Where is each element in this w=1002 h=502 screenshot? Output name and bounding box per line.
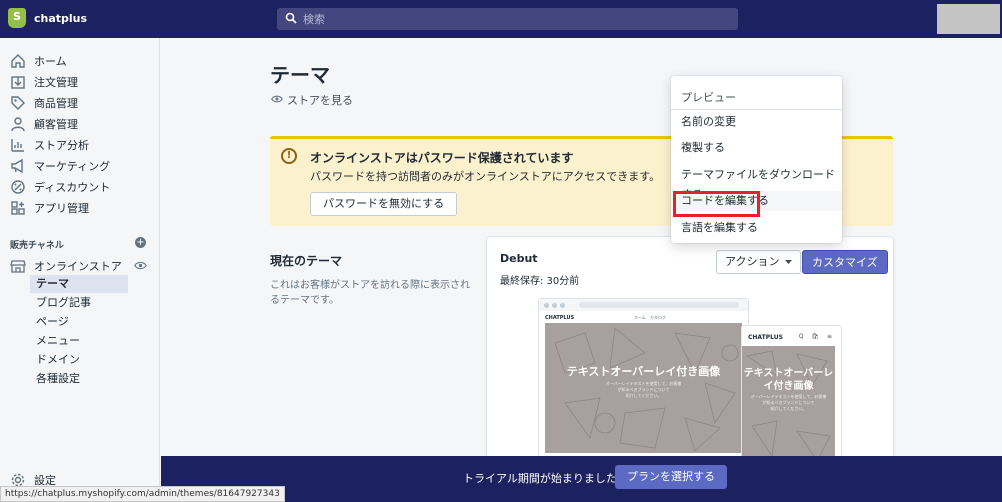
sidebar-item-label: ストア分析: [34, 139, 89, 152]
sidebar-item-products[interactable]: 商品管理: [10, 93, 78, 113]
window-dot: [552, 303, 557, 308]
sales-channels-heading: 販売チャネル: [10, 241, 64, 251]
sidebar-subitem-preferences[interactable]: 各種設定: [36, 370, 80, 388]
add-channel-button[interactable]: +: [135, 237, 146, 248]
sidebar-item-label: アプリ管理: [34, 202, 89, 215]
desktop-preview: CHATPLUS ホーム カタログ テキストオーバーレイ付き画像 オーバーレイテ…: [538, 298, 749, 462]
rename-item[interactable]: 名前の変更: [681, 112, 736, 132]
edit-languages-item[interactable]: 言語を編集する: [681, 218, 758, 238]
disable-password-button[interactable]: パスワードを無効にする: [310, 192, 458, 216]
status-url: https://chatplus.myshopify.com/admin/the…: [0, 486, 285, 502]
store-icon: [10, 258, 26, 274]
preview-hero-image: テキストオーバーレイ付き画像 オーバーレイテキストを使用して、お客様 が知るべき…: [545, 323, 742, 453]
top-bar: chatplus: [0, 0, 1002, 38]
download-theme-item[interactable]: テーマファイルをダウンロードする: [681, 165, 842, 201]
sidebar-subitem-themes[interactable]: テーマ: [36, 275, 69, 293]
sidebar-item-home[interactable]: ホーム: [10, 51, 67, 71]
home-icon: [10, 53, 26, 69]
sidebar-item-discounts[interactable]: ディスカウント: [10, 177, 110, 197]
sidebar-subitem-blog[interactable]: ブログ記事: [36, 294, 91, 312]
shopify-logo-icon: [8, 8, 26, 28]
page-title: テーマ: [270, 63, 330, 87]
sidebar-item-label: ディスカウント: [34, 181, 111, 194]
brand[interactable]: chatplus: [8, 8, 87, 28]
hero-title: イ付き画像: [763, 381, 814, 392]
caret-down-icon: [785, 251, 793, 273]
eye-icon: [271, 93, 283, 108]
select-plan-button[interactable]: プランを選択する: [615, 465, 727, 489]
sidebar-item-label: ホーム: [34, 55, 67, 68]
hero-title: テキストオーバーレイ付き画像: [566, 365, 721, 378]
sidebar-item-label: マーケティング: [34, 160, 111, 173]
sidebar-item-analytics[interactable]: ストア分析: [10, 135, 89, 155]
highlight-annotation: [673, 191, 760, 217]
preview-header-icons: Q 🛍 ≡: [798, 333, 835, 340]
sidebar-item-customers[interactable]: 顧客管理: [10, 114, 78, 134]
window-dot: [560, 303, 565, 308]
hero-text: 紹介してください。: [625, 393, 662, 398]
customer-icon: [10, 116, 26, 132]
customize-button[interactable]: カスタマイズ: [802, 250, 888, 274]
sidebar-item-online-store[interactable]: オンラインストア: [10, 256, 122, 276]
search-bar[interactable]: [277, 8, 738, 30]
hero-text: 紹介してください。: [770, 406, 807, 411]
banner-title: オンラインストアはパスワード保護されています: [310, 151, 574, 165]
account-menu[interactable]: [937, 4, 1000, 34]
theme-card: Debut 最終保存: 30分前 アクション カスタマイズ CHATPLUS ホ…: [487, 237, 893, 462]
window-dot: [544, 303, 549, 308]
sidebar-item-label: 顧客管理: [34, 118, 78, 131]
current-theme-description: これはお客様がストアを訪れる際に表示されるテーマです。: [270, 280, 470, 306]
sidebar-subitem-domains[interactable]: ドメイン: [36, 351, 80, 369]
warning-icon: !: [281, 148, 297, 164]
dropdown-preview[interactable]: プレビュー: [681, 89, 736, 105]
divider: [671, 109, 842, 110]
sidebar-item-orders[interactable]: 注文管理: [10, 72, 78, 92]
preview-nav: ホーム カタログ: [634, 315, 666, 320]
sidebar-item-label: 商品管理: [34, 97, 78, 110]
sidebar-item-label: 注文管理: [34, 76, 78, 89]
sidebar: ホーム 注文管理 商品管理 顧客管理 ストア分析 マーケティング ディスカウント…: [0, 38, 160, 502]
mobile-preview: CHATPLUS Q 🛍 ≡ テキストオーバーレ イ付き画像 オーバーレイテキス…: [741, 325, 842, 462]
current-theme-heading: 現在のテーマ: [270, 254, 343, 268]
last-saved: 最終保存: 30分前: [500, 276, 580, 287]
megaphone-icon: [10, 158, 26, 174]
preview-hero-image: テキストオーバーレ イ付き画像 オーバーレイテキストを使用して、お客様 が知るべ…: [742, 346, 835, 462]
sidebar-subitem-pages[interactable]: ページ: [36, 313, 69, 331]
browser-chrome: [539, 299, 748, 311]
apps-icon: [10, 200, 26, 216]
discount-icon: [10, 179, 26, 195]
preview-store-name: CHATPLUS: [545, 315, 575, 321]
search-icon: [285, 12, 297, 27]
view-store-link[interactable]: ストアを見る: [271, 92, 353, 108]
eye-icon[interactable]: [134, 259, 147, 275]
analytics-icon: [10, 137, 26, 153]
preview-store-name: CHATPLUS: [748, 334, 783, 341]
trial-text: トライアル期間が始まりました: [463, 472, 617, 485]
orders-icon: [10, 74, 26, 90]
actions-label: アクション: [725, 255, 780, 268]
actions-dropdown: プレビュー 名前の変更 複製する テーマファイルをダウンロードする コードを編集…: [671, 76, 842, 243]
actions-button[interactable]: アクション: [716, 250, 802, 274]
sidebar-item-label: オンラインストア: [34, 260, 122, 273]
tag-icon: [10, 95, 26, 111]
view-store-label: ストアを見る: [287, 94, 353, 107]
sidebar-subitem-menus[interactable]: メニュー: [36, 332, 80, 350]
store-name: chatplus: [34, 11, 88, 25]
url-bar: [579, 302, 739, 308]
trial-bar: トライアル期間が始まりました プランを選択する: [161, 456, 1002, 502]
search-input[interactable]: [303, 12, 703, 26]
sidebar-item-marketing[interactable]: マーケティング: [10, 156, 110, 176]
banner-text: パスワードを持つ訪問者のみがオンラインストアにアクセスできます。: [310, 170, 661, 183]
sidebar-item-apps[interactable]: アプリ管理: [10, 198, 89, 218]
duplicate-item[interactable]: 複製する: [681, 138, 725, 158]
theme-name: Debut: [500, 252, 538, 265]
